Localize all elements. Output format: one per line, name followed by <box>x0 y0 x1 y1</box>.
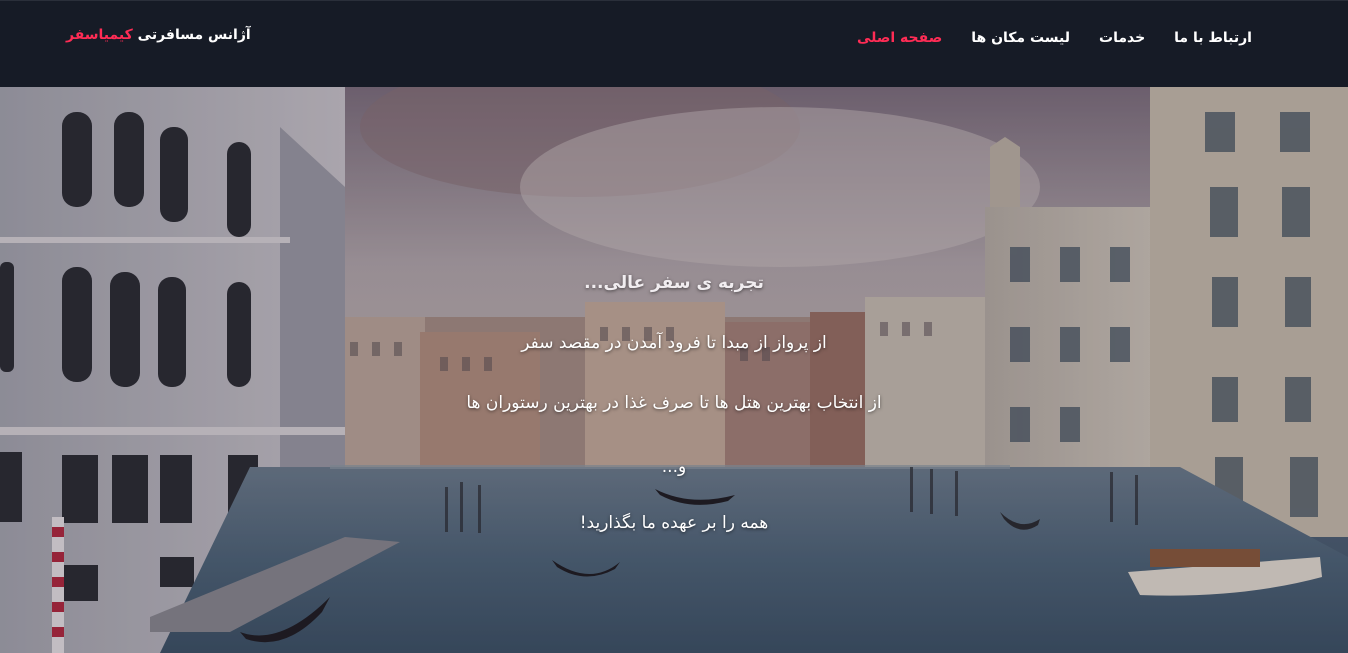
nav-link-services[interactable]: خدمات <box>1099 30 1145 46</box>
hero-line-cta: همه را بر عهده ما بگذارید! <box>579 513 769 533</box>
hero-line-hotel: از انتخاب بهترین هتل ها تا صرف غذا در به… <box>466 393 882 413</box>
nav-link-home[interactable]: صفحه اصلی <box>857 30 942 46</box>
brand-prefix: آژانس مسافرتی <box>137 27 251 43</box>
nav-menu: صفحه اصلی لیست مکان ها خدمات ارتباط با م… <box>828 30 1252 46</box>
hero-text-block: تجربه ی سفر عالی... از پرواز از مبدا تا … <box>0 87 1348 653</box>
hero-title: تجربه ی سفر عالی... <box>584 273 764 293</box>
hero-line-etc: و... <box>661 457 687 477</box>
top-navbar: آژانس مسافرتی کیمیاسفر صفحه اصلی لیست مک… <box>0 0 1348 87</box>
nav-link-contact[interactable]: ارتباط با ما <box>1174 30 1252 46</box>
hero-line-flight: از پرواز از مبدا تا فرود آمدن در مقصد سف… <box>521 333 827 353</box>
brand-logo[interactable]: آژانس مسافرتی کیمیاسفر <box>66 27 251 43</box>
brand-name: کیمیاسفر <box>66 27 133 43</box>
nav-link-places[interactable]: لیست مکان ها <box>971 30 1070 46</box>
hero-banner: تجربه ی سفر عالی... از پرواز از مبدا تا … <box>0 87 1348 653</box>
